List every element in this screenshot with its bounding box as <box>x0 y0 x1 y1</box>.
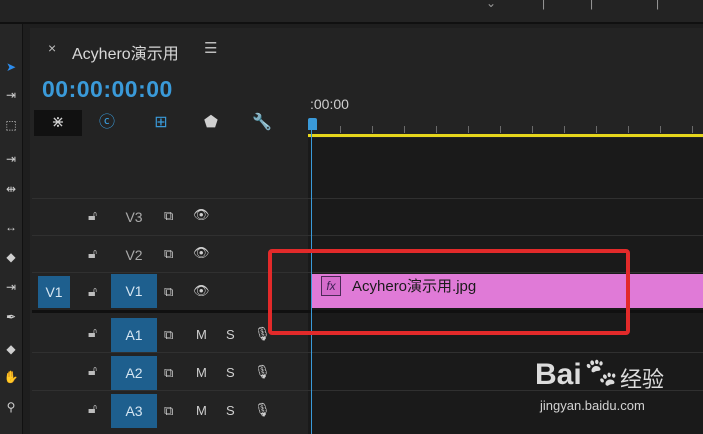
track-divider <box>32 198 703 199</box>
pen-icon[interactable]: ◆ <box>0 342 22 356</box>
wrench-icon[interactable]: 🔧 <box>248 110 276 136</box>
linked-selection-icon[interactable]: ⓒ <box>92 110 122 136</box>
eye-icon[interactable]: 👁︎ <box>193 245 210 261</box>
watermark-logo: Bai <box>535 358 582 391</box>
snap-icon[interactable]: ⋇ <box>34 110 82 136</box>
ruler-start-label: :00:00 <box>310 96 349 112</box>
sync-lock-icon[interactable]: ⧉ <box>164 403 173 419</box>
track-name-a1[interactable]: A1 <box>111 318 157 352</box>
panel-menu-icon[interactable]: ☰ <box>204 39 217 57</box>
watermark-url: jingyan.baidu.com <box>540 398 645 413</box>
lock-icon[interactable]: 🔓︎ <box>88 207 97 224</box>
work-area-bar[interactable] <box>308 134 703 137</box>
divider-icon: | <box>656 0 660 10</box>
track-name-v3[interactable]: V3 <box>111 200 157 234</box>
track-select-icon[interactable]: ⇥ <box>0 88 22 102</box>
solo-button[interactable]: S <box>226 327 235 342</box>
slip-icon[interactable]: ⇥ <box>0 280 22 294</box>
selection-arrow-icon[interactable]: ➤ <box>0 60 22 74</box>
mute-button[interactable]: M <box>196 327 207 342</box>
add-marker-icon[interactable]: ⊞ <box>146 110 176 136</box>
divider-icon: | <box>590 0 594 10</box>
razor-icon[interactable]: ◆ <box>0 250 22 264</box>
chevron-down-icon[interactable]: ⌄ <box>486 0 496 10</box>
eye-icon[interactable]: 👁︎ <box>193 283 210 299</box>
source-patch-v1[interactable]: V1 <box>38 276 70 308</box>
solo-button[interactable]: S <box>226 365 235 380</box>
top-strip: ⌄ | | | <box>0 0 703 24</box>
eye-icon[interactable]: 👁︎ <box>193 207 210 223</box>
zoom-icon[interactable]: ⚲ <box>0 400 22 414</box>
marquee-icon[interactable]: ⬚ <box>0 118 22 132</box>
marker-icon[interactable]: ⬟ <box>198 110 224 136</box>
rolling-edit-icon[interactable]: ⇹ <box>0 182 22 196</box>
lock-icon[interactable]: 🔓︎ <box>88 362 97 379</box>
sync-lock-icon[interactable]: ⧉ <box>164 284 173 300</box>
close-icon[interactable]: × <box>48 40 56 56</box>
track-name-a2[interactable]: A2 <box>111 356 157 390</box>
track-divider <box>32 352 703 353</box>
lock-icon[interactable]: 🔓︎ <box>88 245 97 262</box>
microphone-icon[interactable]: 🎙︎ <box>254 402 271 418</box>
solo-button[interactable]: S <box>226 403 235 418</box>
ripple-edit-icon[interactable]: ⇥ <box>0 152 22 166</box>
track-name-a3[interactable]: A3 <box>111 394 157 428</box>
sync-lock-icon[interactable]: ⧉ <box>164 327 173 343</box>
sync-lock-icon[interactable]: ⧉ <box>164 208 173 224</box>
pen-icon[interactable]: ✒ <box>0 310 22 324</box>
tools-panel: ➤ ⇥ ⬚ ⇥ ⇹ ↔ ◆ ⇥ ✒ ◆ ✋ ⚲ <box>0 24 23 434</box>
lock-icon[interactable]: 🔓︎ <box>88 324 97 341</box>
lock-icon[interactable]: 🔓︎ <box>88 400 97 417</box>
mute-button[interactable]: M <box>196 403 207 418</box>
track-divider <box>32 235 703 236</box>
divider-icon: | <box>542 0 546 10</box>
sync-lock-icon[interactable]: ⧉ <box>164 246 173 262</box>
annotation-highlight-box <box>268 249 630 335</box>
sync-lock-icon[interactable]: ⧉ <box>164 365 173 381</box>
time-ruler[interactable] <box>308 92 703 138</box>
sequence-tab-title[interactable]: Acyhero演示用 <box>72 40 179 64</box>
playhead-timecode[interactable]: 00:00:00:00 <box>42 76 173 103</box>
hand-icon[interactable]: ✋ <box>0 370 22 384</box>
track-name-v2[interactable]: V2 <box>111 238 157 272</box>
rate-stretch-icon[interactable]: ↔ <box>0 220 22 234</box>
lock-icon[interactable]: 🔓︎ <box>88 283 97 300</box>
watermark-brand: 经验 <box>620 367 665 392</box>
playhead-handle[interactable] <box>308 118 317 130</box>
paw-icon: 🐾︎ <box>582 357 621 390</box>
track-name-v1[interactable]: V1 <box>111 274 157 308</box>
mute-button[interactable]: M <box>196 365 207 380</box>
microphone-icon[interactable]: 🎙︎ <box>254 364 271 380</box>
